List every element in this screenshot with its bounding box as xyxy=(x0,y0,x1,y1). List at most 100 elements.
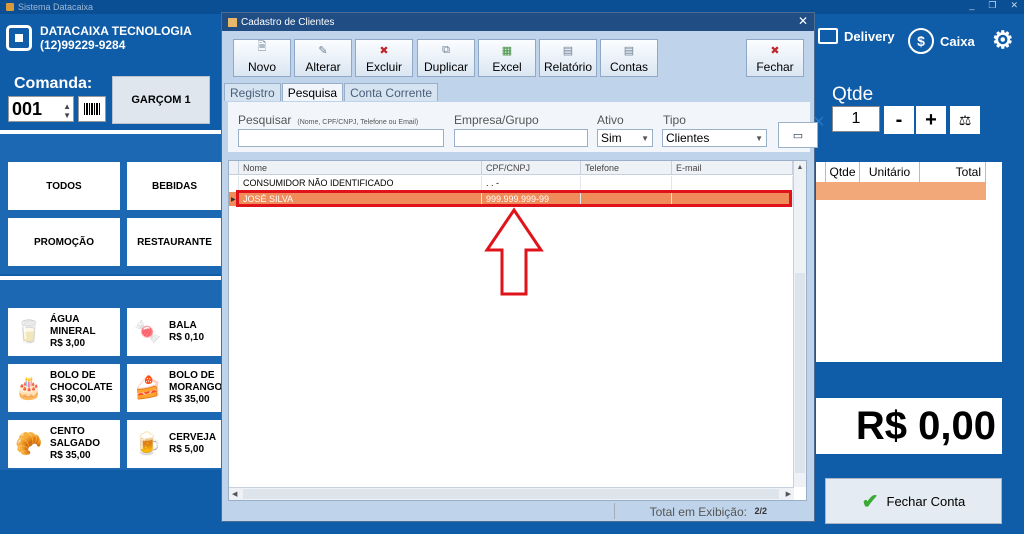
product-cento-salgado[interactable]: 🥐 CENTO SALGADO R$ 35,00 xyxy=(8,420,120,468)
status-separator xyxy=(614,503,615,519)
scroll-left-icon[interactable]: ◀ xyxy=(232,488,237,500)
product-bolo-chocolate[interactable]: 🎂 BOLO DE CHOCOLATE R$ 30,00 xyxy=(8,364,120,412)
product-price: R$ 35,00 xyxy=(50,450,91,461)
contas-label: Contas xyxy=(609,60,649,74)
product-bala[interactable]: 🍬 BALA R$ 0,10 xyxy=(127,308,222,356)
tipo-label: Tipo xyxy=(663,113,686,127)
fechar-conta-button[interactable]: ✔ Fechar Conta xyxy=(825,478,1002,524)
chevron-down-icon: ▼ xyxy=(641,133,649,143)
scroll-right-icon[interactable]: ▶ xyxy=(786,488,791,500)
excluir-label: Excluir xyxy=(365,60,402,74)
table-row[interactable]: CONSUMIDOR NÃO IDENTIFICADO . . - xyxy=(229,176,793,190)
annotation-arrow-up-icon xyxy=(484,207,544,296)
candy-icon: 🍬 xyxy=(134,319,162,344)
excel-button[interactable]: ▦ Excel xyxy=(478,39,536,77)
duplicate-icon: ⧉ xyxy=(442,44,450,56)
excluir-button[interactable]: ✖ Excluir xyxy=(355,39,413,77)
category-restaurante[interactable]: RESTAURANTE xyxy=(127,218,222,266)
product-agua-mineral[interactable]: 🥛 ÁGUA MINERAL R$ 3,00 xyxy=(8,308,120,356)
brand: DATACAIXA TECNOLOGIA (12)99229-9284 xyxy=(6,24,192,52)
new-document-icon: 🗎 xyxy=(257,41,267,53)
novo-button[interactable]: 🗎 Novo xyxy=(233,39,291,77)
grid-col-cpf[interactable]: CPF/CNPJ xyxy=(482,161,581,174)
product-bolo-morango[interactable]: 🍰 BOLO DE MORANGO R$ 35,00 xyxy=(127,364,222,412)
product-name: CERVEJA xyxy=(169,432,217,443)
category-promocao[interactable]: PROMOÇÃO xyxy=(8,218,120,266)
product-name: BOLO DE xyxy=(169,370,215,381)
savory-snacks-icon: 🥐 xyxy=(15,431,43,456)
ativo-label: Ativo xyxy=(597,113,624,127)
order-row[interactable] xyxy=(816,182,986,200)
grid-col-email[interactable]: E-mail xyxy=(672,161,793,174)
tipo-value: Clientes xyxy=(666,131,710,145)
order-col-spacer xyxy=(816,162,826,182)
close-window-button[interactable]: ✕ xyxy=(1010,0,1018,11)
scale-icon[interactable]: ⚖ xyxy=(950,106,980,134)
qtde-label: Qtde xyxy=(832,84,874,105)
beer-mug-icon: 🍺 xyxy=(134,431,162,456)
product-cerveja[interactable]: 🍺 CERVEJA R$ 5,00 xyxy=(127,420,222,468)
chevron-down-icon: ▼ xyxy=(755,133,763,143)
minimize-button[interactable]: _ xyxy=(969,0,974,11)
novo-label: Novo xyxy=(247,60,276,74)
product-price: R$ 3,00 xyxy=(50,338,86,349)
tab-pesquisa[interactable]: Pesquisa xyxy=(281,83,344,101)
barcode-button[interactable] xyxy=(78,96,106,122)
grid-header: Nome CPF/CNPJ Telefone E-mail xyxy=(229,161,793,175)
duplicar-button[interactable]: ⧉ Duplicar xyxy=(417,39,475,77)
strawberry-cake-icon: 🍰 xyxy=(134,375,162,400)
alterar-button[interactable]: ✎ Alterar xyxy=(294,39,352,77)
grid-col-telefone[interactable]: Telefone xyxy=(581,161,672,174)
category-bebidas[interactable]: BEBIDAS xyxy=(127,162,222,210)
dialog-app-icon xyxy=(228,17,237,27)
contas-button[interactable]: ▤ Contas xyxy=(600,39,658,77)
search-button[interactable]: ▭ xyxy=(778,122,818,148)
tab-registro[interactable]: Registro xyxy=(224,83,281,101)
dialog-title: Cadastro de Clientes xyxy=(241,16,335,28)
report-icon: ▤ xyxy=(562,45,574,57)
cell-nome: CONSUMIDOR NÃO IDENTIFICADO xyxy=(239,176,482,190)
order-col-qtde: Qtde xyxy=(826,162,860,182)
product-price: R$ 0,10 xyxy=(169,332,205,343)
qtde-input[interactable]: 1 xyxy=(832,106,880,132)
close-icon: ✖ xyxy=(770,45,780,57)
brand-phone: (12)99229-9284 xyxy=(40,38,126,52)
qtde-minus-button[interactable]: - xyxy=(884,106,914,134)
alterar-label: Alterar xyxy=(305,60,341,74)
empresa-input[interactable] xyxy=(454,129,588,147)
scroll-up-icon[interactable]: ▲ xyxy=(794,161,806,173)
category-todos[interactable]: TODOS xyxy=(8,162,120,210)
comanda-input[interactable]: 001 ▲ ▼ xyxy=(8,96,74,122)
caixa-button[interactable]: $ Caixa xyxy=(908,28,975,54)
tipo-select[interactable]: Clientes ▼ xyxy=(662,129,767,147)
product-name: BALA xyxy=(169,320,197,331)
dialog-close-icon[interactable]: ✕ xyxy=(798,14,808,28)
product-name: SALGADO xyxy=(50,438,100,449)
app-title: Sistema Datacaixa xyxy=(18,2,94,12)
horizontal-scrollbar[interactable]: ◀ ▶ xyxy=(229,487,794,500)
spin-icon[interactable]: ▲ ▼ xyxy=(63,102,71,120)
vertical-scrollbar[interactable]: ▲ xyxy=(793,161,806,487)
grid-indicator-col xyxy=(229,161,239,174)
window-controls: _ ❐ ✕ xyxy=(969,0,1018,11)
annotation-highlight-box xyxy=(236,190,792,207)
pesquisar-input[interactable] xyxy=(238,129,444,147)
scroll-thumb[interactable] xyxy=(795,273,805,473)
settings-gear-icon[interactable]: ⚙ xyxy=(992,26,1014,55)
excel-icon: ▦ xyxy=(501,45,513,57)
garcom-button[interactable]: GARÇOM 1 xyxy=(112,76,210,124)
scroll-thumb[interactable] xyxy=(243,489,779,499)
ativo-select[interactable]: Sim ▼ xyxy=(597,129,653,147)
maximize-button[interactable]: ❐ xyxy=(988,0,996,11)
datacaixa-logo-icon xyxy=(6,25,32,51)
grid-col-nome[interactable]: Nome xyxy=(239,161,482,174)
fechar-dialog-button[interactable]: ✖ Fechar xyxy=(746,39,804,77)
delivery-button[interactable]: Delivery xyxy=(818,28,895,44)
pesquisar-hint: (Nome, CPF/CNPJ, Telefone ou Email) xyxy=(297,119,419,126)
qtde-plus-button[interactable]: + xyxy=(916,106,946,134)
order-table-header: Qtde Unitário Total xyxy=(816,162,1002,182)
tab-conta-corrente[interactable]: Conta Corrente xyxy=(344,83,439,101)
product-name: ÁGUA xyxy=(50,314,80,325)
relatorio-button[interactable]: ▤ Relatório xyxy=(539,39,597,77)
order-table: Qtde Unitário Total xyxy=(816,162,1002,362)
